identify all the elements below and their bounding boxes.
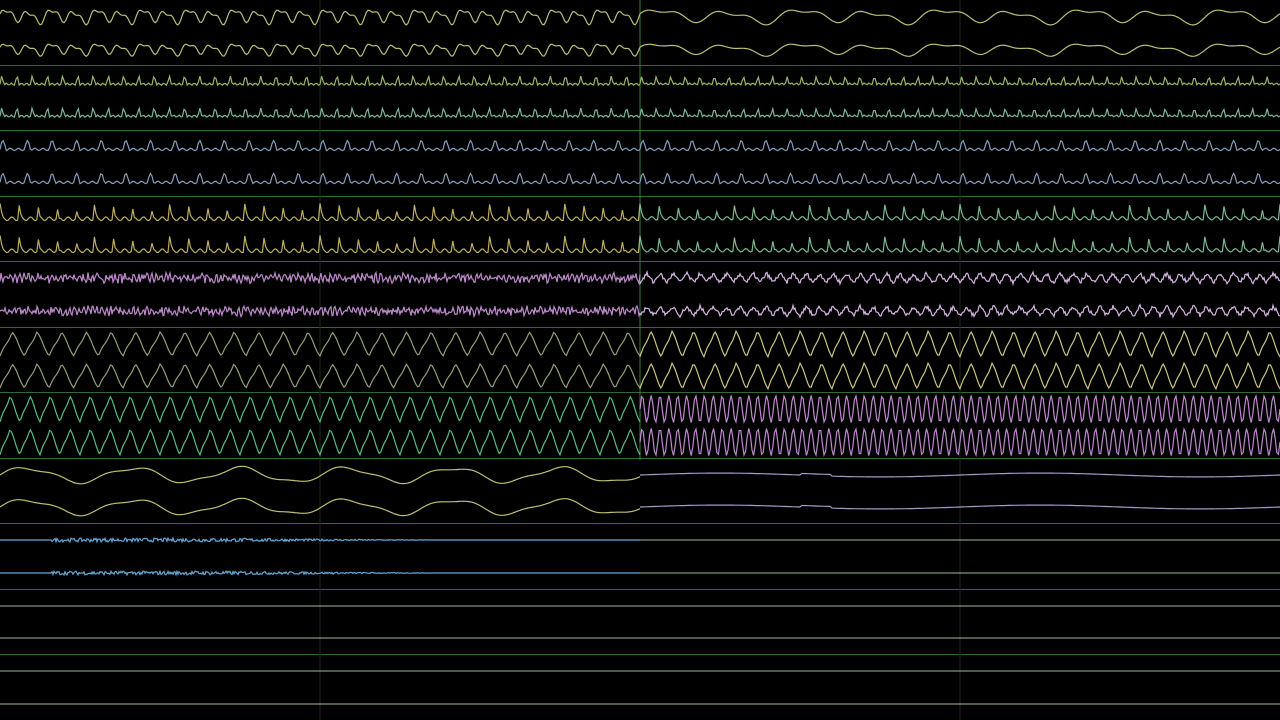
oscilloscope-view (0, 0, 1280, 720)
oscilloscope-canvas (0, 0, 1280, 720)
grid-layer (0, 0, 1280, 720)
